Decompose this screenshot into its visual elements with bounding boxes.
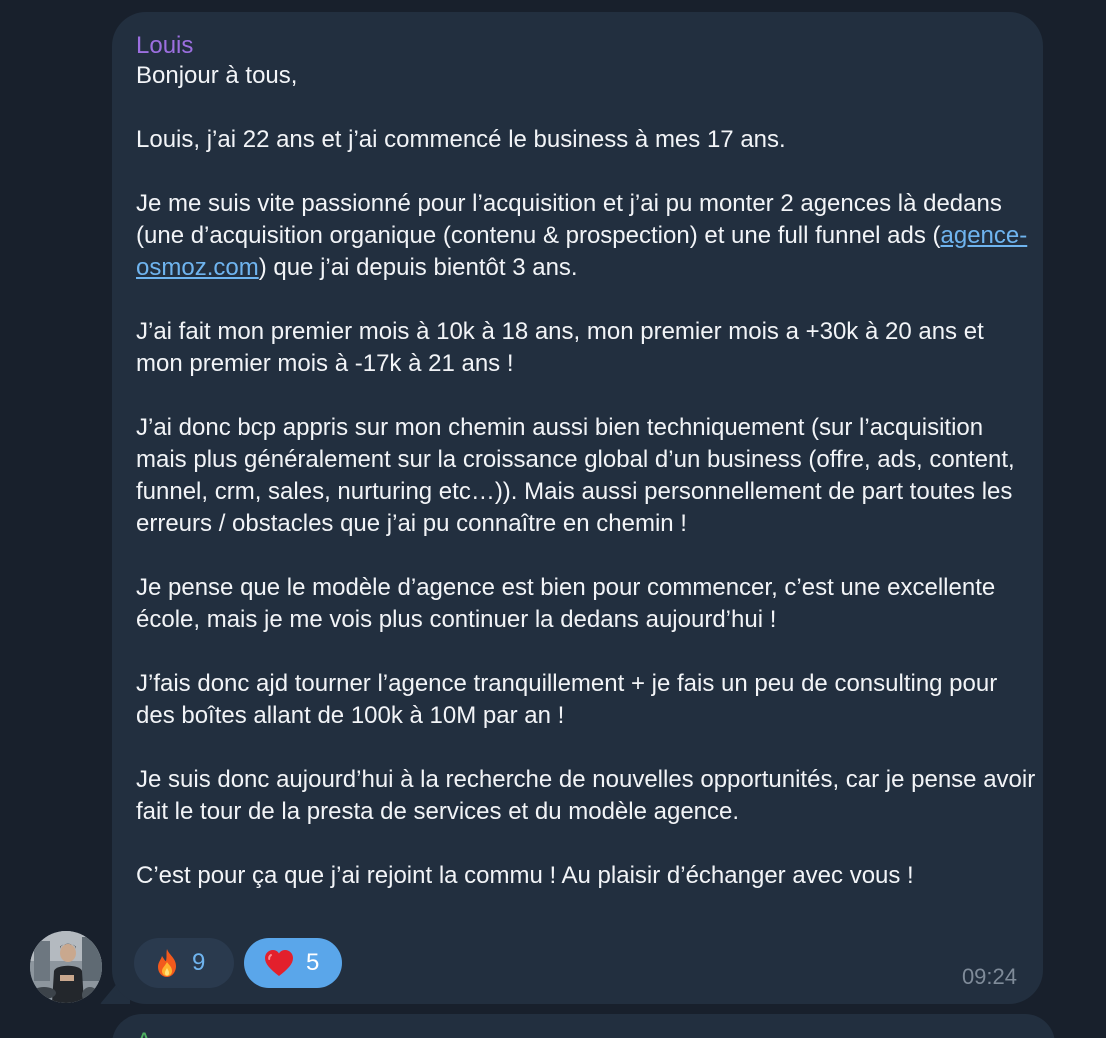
reaction-fire-button[interactable]: 9 xyxy=(134,938,234,988)
chat-view: Louis Bonjour à tous, Louis, j’ai 22 ans… xyxy=(0,0,1106,1038)
message-paragraph: J’fais donc ajd tourner l’agence tranqui… xyxy=(136,670,998,729)
heart-icon xyxy=(264,949,294,977)
reaction-heart-button[interactable]: 5 xyxy=(244,938,342,988)
message-timestamp: 09:24 xyxy=(961,964,1017,989)
next-sender-name[interactable]: A xyxy=(136,1028,152,1038)
message-paragraph: Je pense que le modèle d’agence est bien… xyxy=(136,574,996,633)
next-message-bubble[interactable]: A xyxy=(112,1014,1055,1038)
message-paragraph: Je suis donc aujourd’hui à la recherche … xyxy=(136,766,1036,825)
reactions-bar: 9 5 xyxy=(134,938,342,988)
message-paragraph: Bonjour à tous, xyxy=(136,62,298,89)
reaction-heart-count: 5 xyxy=(306,949,320,976)
reaction-fire-count: 9 xyxy=(192,949,206,976)
message-paragraph: J’ai fait mon premier mois à 10k à 18 an… xyxy=(136,318,984,377)
message-paragraph: J’ai donc bcp appris sur mon chemin auss… xyxy=(136,414,1015,537)
message-text: Bonjour à tous, Louis, j’ai 22 ans et j’… xyxy=(136,60,1036,892)
message-paragraph: Je me suis vite passionné pour l’acquisi… xyxy=(136,190,1028,281)
message-paragraph: Louis, j’ai 22 ans et j’ai commencé le b… xyxy=(136,126,786,153)
message-paragraph: C’est pour ça que j’ai rejoint la commu … xyxy=(136,862,914,889)
sender-name[interactable]: Louis xyxy=(136,32,1019,60)
fire-icon xyxy=(154,948,180,978)
avatar[interactable] xyxy=(30,931,102,1003)
message-bubble[interactable]: Louis Bonjour à tous, Louis, j’ai 22 ans… xyxy=(112,12,1043,1004)
